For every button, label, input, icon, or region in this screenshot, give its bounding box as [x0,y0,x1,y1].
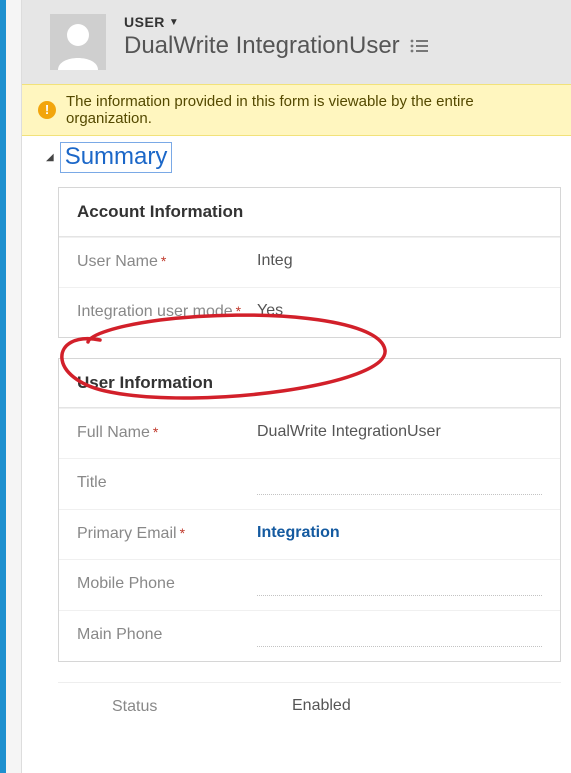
status-row: Status Enabled [58,682,561,729]
account-information-header: Account Information [59,188,560,237]
summary-title: Summary [60,142,173,173]
required-icon: * [161,254,166,268]
mobile-phone-label: Mobile Phone [77,574,175,594]
entity-type-label: USER [124,14,165,30]
title-value[interactable] [257,477,542,495]
form-selector-icon[interactable] [410,32,428,61]
left-gutter [0,0,22,773]
mobile-phone-value[interactable] [257,578,542,596]
user-name-label: User Name [77,252,158,272]
primary-email-field[interactable]: Primary Email * Integration [59,509,560,559]
status-value: Enabled [292,697,543,717]
user-information-header: User Information [59,359,560,408]
full-name-field[interactable]: Full Name * DualWrite IntegrationUser [59,408,560,458]
summary-section-header[interactable]: ◢ Summary [22,136,571,173]
required-icon: * [236,304,241,318]
record-name[interactable]: DualWrite IntegrationUser [124,32,400,61]
main-phone-label: Main Phone [77,625,162,645]
status-label: Status [112,697,157,717]
user-name-field[interactable]: User Name * Integ [59,237,560,287]
primary-email-value[interactable]: Integration [257,524,542,542]
required-icon: * [180,526,185,540]
record-name-row: DualWrite IntegrationUser [124,32,428,61]
form-content: USER ▼ DualWrite IntegrationUser [22,0,571,773]
account-information-card: Account Information User Name * Integ In… [58,187,561,338]
entity-type-selector[interactable]: USER ▼ [124,14,428,30]
user-avatar[interactable] [50,14,106,70]
main-phone-field[interactable]: Main Phone [59,610,560,661]
title-label: Title [77,473,107,493]
mobile-phone-field[interactable]: Mobile Phone [59,559,560,610]
left-accent-bar [0,0,6,773]
record-header: USER ▼ DualWrite IntegrationUser [22,0,571,84]
user-name-value[interactable]: Integ [257,252,542,270]
info-bar: ! The information provided in this form … [22,84,571,136]
main-phone-value[interactable] [257,629,542,647]
full-name-value[interactable]: DualWrite IntegrationUser [257,423,542,441]
required-icon: * [153,425,158,439]
info-bar-message: The information provided in this form is… [66,93,555,127]
integration-user-mode-field[interactable]: Integration user mode * Yes [59,287,560,337]
full-name-label: Full Name [77,423,150,443]
integration-user-mode-label: Integration user mode [77,302,233,322]
collapse-triangle-icon: ◢ [46,152,54,163]
primary-email-label: Primary Email [77,524,177,544]
integration-user-mode-value[interactable]: Yes [257,302,542,320]
caret-down-icon: ▼ [169,17,179,28]
warning-icon: ! [38,101,56,119]
title-field[interactable]: Title [59,458,560,509]
user-information-card: User Information Full Name * DualWrite I… [58,358,561,662]
